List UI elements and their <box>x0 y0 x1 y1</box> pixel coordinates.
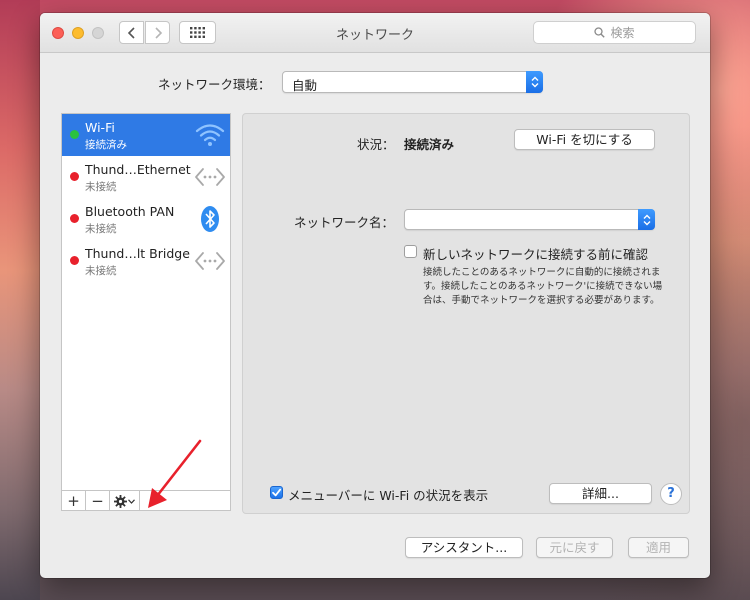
search-placeholder: 検索 <box>610 26 635 40</box>
forward-button[interactable] <box>145 21 170 44</box>
service-detail-pane: 状況： 接続済み Wi-Fi を切にする ネットワーク名： 新しいネットワークに… <box>242 113 690 514</box>
annotation-arrow-icon <box>148 439 202 508</box>
chevron-down-icon <box>128 498 135 504</box>
apply-button[interactable]: 適用 <box>628 537 689 558</box>
window-title: ネットワーク <box>335 28 414 43</box>
status-value: 接続済み <box>404 137 455 152</box>
service-status: 未接続 <box>85 265 117 277</box>
turn-wifi-off-button[interactable]: Wi-Fi を切にする <box>514 129 655 150</box>
show-all-button[interactable] <box>179 21 216 44</box>
service-item-thunderbolt-bridge[interactable]: Thund…lt Bridge 未接続 <box>62 240 230 282</box>
search-icon <box>594 27 606 38</box>
location-popup[interactable]: 自動 <box>282 71 543 93</box>
action-menu-button[interactable] <box>110 491 140 511</box>
service-name: Thund…lt Bridge <box>85 246 190 261</box>
service-item-thunderbolt-ethernet[interactable]: Thund…Ethernet 未接続 <box>62 156 230 198</box>
location-value: 自動 <box>292 78 318 93</box>
location-label: ネットワーク環境： <box>158 77 271 92</box>
zoom-window-button[interactable] <box>92 27 104 39</box>
search-input[interactable]: 検索 <box>533 21 696 44</box>
popup-stepper-icon <box>638 209 655 230</box>
ask-to-join-label: 新しいネットワークに接続する前に確認 <box>423 247 649 262</box>
chevron-left-icon <box>127 26 135 39</box>
ask-to-join-description: 接続したことのあるネットワークに自動的に接続されます。接続したことのあるネットワ… <box>423 267 663 306</box>
status-dot <box>70 172 79 181</box>
assistant-button[interactable]: アシスタント... <box>405 537 523 558</box>
status-label: 状況： <box>357 137 395 152</box>
remove-service-button[interactable]: − <box>86 491 110 511</box>
service-status: 未接続 <box>85 181 117 193</box>
status-dot <box>70 130 79 139</box>
close-window-button[interactable] <box>52 27 64 39</box>
back-button[interactable] <box>119 21 144 44</box>
revert-button[interactable]: 元に戻す <box>536 537 613 558</box>
service-item-wifi[interactable]: Wi-Fi 接続済み <box>62 114 230 156</box>
show-wifi-in-menubar-label: メニューバーに Wi-Fi の状況を表示 <box>288 488 489 503</box>
help-button[interactable]: ? <box>660 483 682 505</box>
status-dot <box>70 214 79 223</box>
network-name-popup[interactable] <box>404 209 655 230</box>
network-name-label: ネットワーク名： <box>294 215 395 230</box>
service-name: Thund…Ethernet <box>85 162 191 177</box>
show-wifi-in-menubar-checkbox[interactable] <box>270 486 283 499</box>
advanced-button[interactable]: 詳細... <box>549 483 652 504</box>
checkmark-icon <box>272 488 282 497</box>
bridge-arrows-icon <box>195 252 225 270</box>
chevron-right-icon <box>154 26 162 39</box>
service-item-bluetooth-pan[interactable]: Bluetooth PAN 未接続 <box>62 198 230 240</box>
gear-icon <box>114 494 127 508</box>
minimize-window-button[interactable] <box>72 27 84 39</box>
ask-to-join-checkbox[interactable] <box>404 245 417 258</box>
wifi-icon <box>195 124 225 146</box>
service-name: Bluetooth PAN <box>85 204 175 219</box>
popup-stepper-icon <box>526 71 543 93</box>
add-service-button[interactable]: + <box>62 491 86 511</box>
service-name: Wi-Fi <box>85 120 115 135</box>
service-status: 接続済み <box>85 139 127 151</box>
desktop-background <box>0 0 40 600</box>
status-dot <box>70 256 79 265</box>
title-bar: ネットワーク 検索 <box>40 13 710 53</box>
ethernet-arrows-icon <box>195 168 225 186</box>
bluetooth-icon <box>201 206 219 232</box>
service-status: 未接続 <box>85 223 117 235</box>
network-preferences-window: ネットワーク 検索 ネットワーク環境： 自動 Wi-Fi 接続済み Thund…… <box>40 13 710 578</box>
grid-icon <box>190 27 205 38</box>
